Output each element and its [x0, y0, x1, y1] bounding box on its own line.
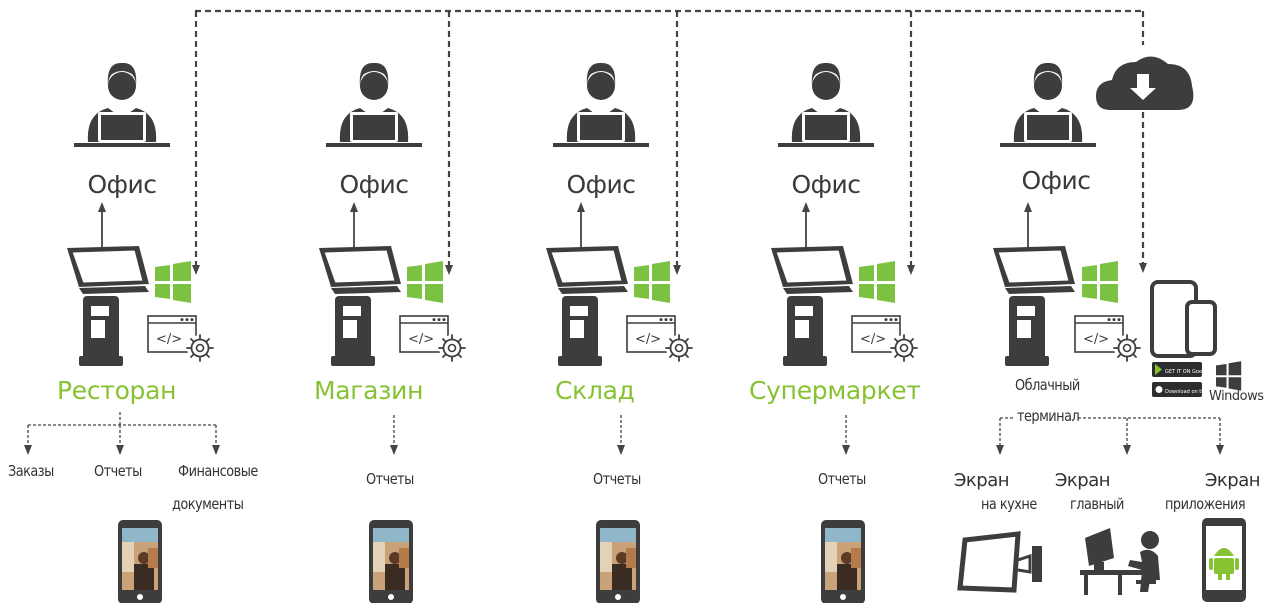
office-person-icon	[1000, 62, 1096, 147]
code-settings-icon	[626, 315, 693, 362]
win-pane	[1216, 377, 1227, 388]
office-person-icon	[553, 62, 649, 147]
pos-terminal-icon	[545, 245, 629, 367]
monitor-stand	[1094, 562, 1104, 570]
report-label: документы	[172, 495, 244, 513]
windows-small-icon	[1216, 361, 1242, 391]
office-label: Офис	[339, 170, 409, 199]
monitor-frame	[957, 531, 1021, 593]
smartphone-icon	[118, 520, 162, 603]
smartphone-icon	[821, 520, 865, 603]
terminal-label: Облачный	[1015, 376, 1080, 394]
desk-computer-icon	[1080, 528, 1160, 595]
report-label: Отчеты	[94, 462, 142, 480]
windows-logo-icon	[407, 261, 443, 303]
report-label: Отчеты	[366, 470, 414, 488]
wall-mount	[1032, 546, 1042, 582]
android-phone-icon	[1202, 518, 1246, 602]
office-label: Офис	[1021, 166, 1091, 195]
report-label: Отчеты	[593, 470, 641, 488]
wall-monitor-icon	[957, 531, 1042, 593]
screen-subtitle-label: на кухне	[981, 495, 1037, 513]
desk-leg	[1084, 575, 1088, 595]
windows-logo-icon	[859, 261, 895, 303]
pos-terminal-icon	[770, 245, 854, 367]
google-play-badge: GET IT ON Google Play	[1152, 362, 1222, 377]
report-label: Финансовые	[178, 462, 258, 480]
android-body	[1214, 558, 1234, 574]
diagram-stage: </> GET IT ON Google Play Download on th…	[0, 0, 1270, 603]
office-label: Офис	[87, 170, 157, 199]
office-label: Офис	[566, 170, 636, 199]
code-settings-icon	[1074, 315, 1141, 362]
office-person-icon	[326, 62, 422, 147]
code-settings-icon	[147, 315, 214, 362]
venue-label: Магазин	[314, 376, 424, 405]
phone-outline-icon	[1185, 300, 1217, 356]
pos-terminal-icon	[992, 245, 1076, 367]
pos-terminal-icon	[318, 245, 402, 367]
report-label: Заказы	[8, 462, 54, 480]
windows-logo-icon	[634, 261, 670, 303]
venue-label: Ресторан	[57, 376, 177, 405]
android-leg	[1218, 574, 1222, 580]
venue-label: Склад	[555, 376, 635, 405]
monitor-arm	[1017, 553, 1032, 574]
badge-text: GET IT ON Google Play	[1165, 369, 1222, 375]
screen-title-label: Экран	[1204, 470, 1261, 491]
terminal-label: терминал	[1017, 407, 1080, 425]
smartphone-icon	[369, 520, 413, 603]
windows-label: Windows	[1209, 389, 1264, 404]
windows-logo-icon	[155, 261, 191, 303]
desk-top	[1080, 570, 1152, 575]
user-head	[1141, 531, 1159, 549]
smartphone-icon	[596, 520, 640, 603]
pos-terminal-icon	[66, 245, 150, 367]
android-arm	[1209, 558, 1213, 570]
screen-subtitle-label: главный	[1070, 495, 1125, 513]
screen-title-label: Экран	[1054, 470, 1111, 491]
chair-seat	[1136, 580, 1156, 584]
office-label: Офис	[791, 170, 861, 199]
code-settings-icon	[399, 315, 466, 362]
venue-label: Супермаркет	[749, 376, 921, 405]
crt-monitor	[1085, 528, 1114, 566]
desk-leg	[1118, 575, 1122, 595]
office-person-icon	[74, 62, 170, 147]
apple-icon	[1155, 386, 1163, 393]
win-pane	[1216, 364, 1227, 376]
android-leg	[1226, 574, 1230, 580]
code-settings-icon	[851, 315, 918, 362]
office-person-icon	[778, 62, 874, 147]
screen-subtitle-label: приложения	[1164, 495, 1246, 513]
win-pane	[1228, 361, 1242, 376]
screen-title-label: Экран	[953, 470, 1010, 491]
android-arm	[1235, 558, 1239, 570]
windows-logo-icon	[1082, 261, 1118, 303]
report-label: Отчеты	[818, 470, 866, 488]
